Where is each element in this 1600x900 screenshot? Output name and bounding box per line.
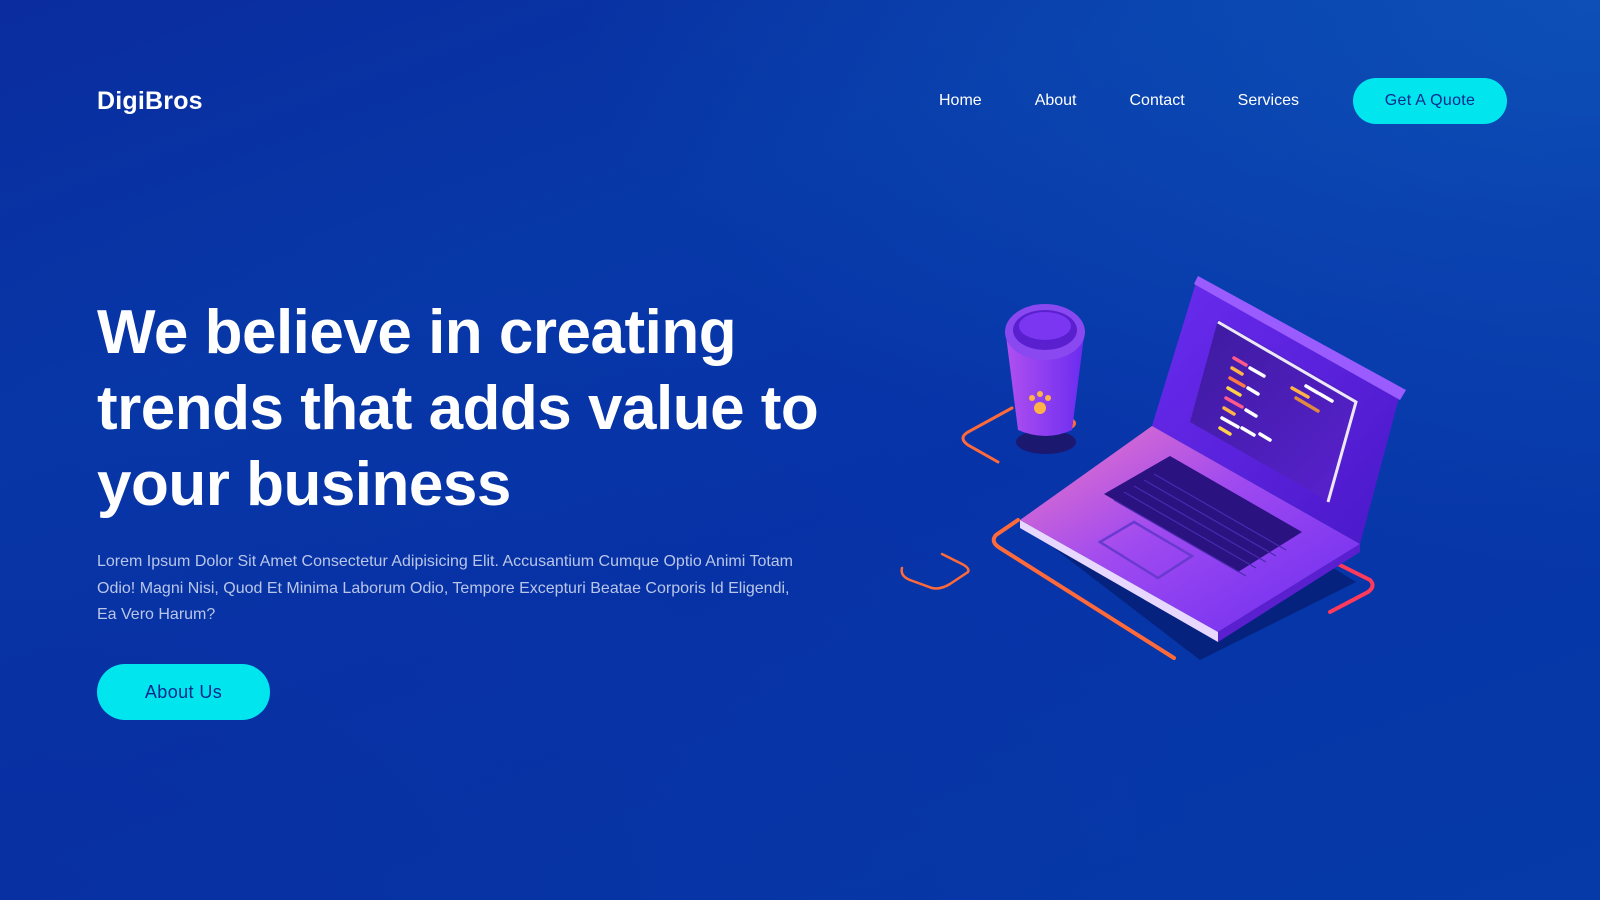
- nav-link-home[interactable]: Home: [939, 92, 982, 110]
- brand-logo[interactable]: DigiBros: [97, 87, 203, 116]
- main-nav: Home About Contact Services Get A Quote: [939, 78, 1507, 124]
- floor-outline-small: [900, 552, 970, 590]
- about-us-button[interactable]: About Us: [97, 664, 270, 720]
- site-header: DigiBros Home About Contact Services Get…: [97, 78, 1507, 124]
- hero-description: Lorem Ipsum Dolor Sit Amet Consectetur A…: [97, 553, 794, 623]
- get-quote-button[interactable]: Get A Quote: [1353, 78, 1507, 124]
- laptop-illustration: [900, 276, 1406, 660]
- nav-link-contact[interactable]: Contact: [1130, 92, 1185, 110]
- coffee-cup: [1005, 304, 1085, 454]
- hero-title: We believe in creating trends that adds …: [97, 298, 819, 519]
- nav-link-services[interactable]: Services: [1238, 92, 1299, 110]
- nav-link-about[interactable]: About: [1035, 92, 1077, 110]
